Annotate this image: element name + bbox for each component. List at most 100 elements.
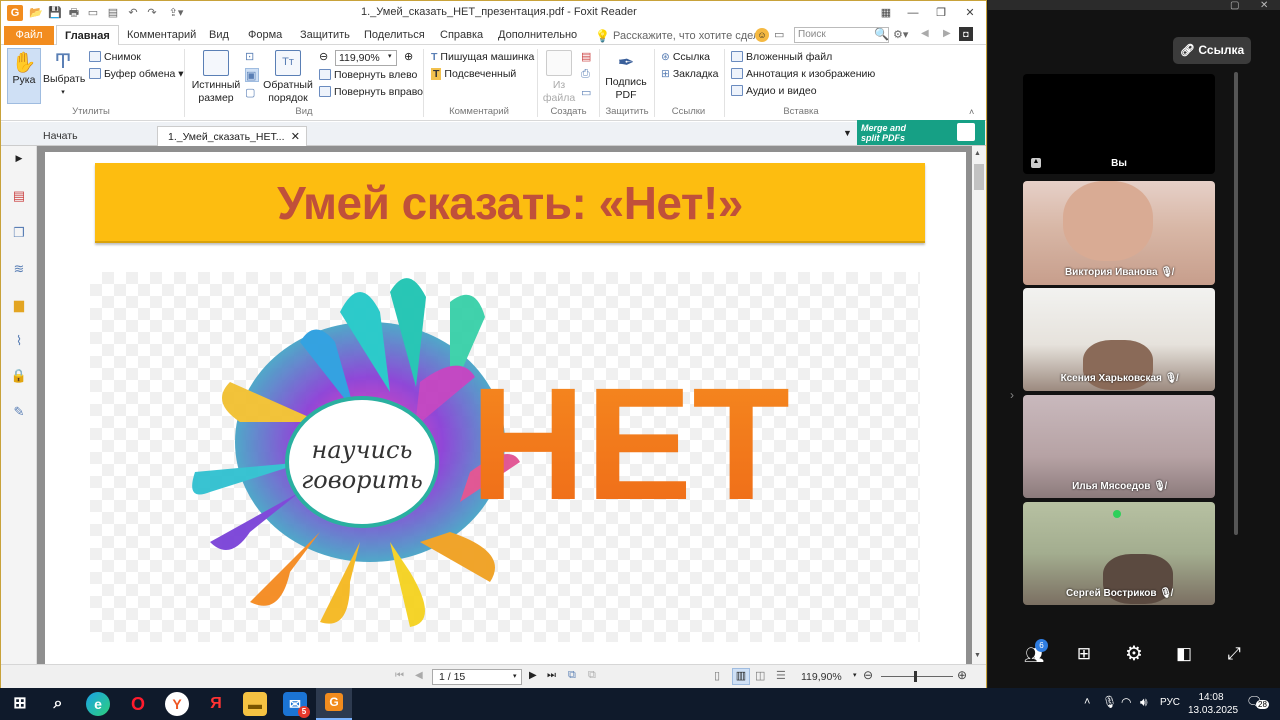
collapse-ribbon-icon[interactable]: ˄ — [969, 107, 974, 117]
fit-width-icon[interactable]: ▣ — [245, 68, 259, 82]
zoom-in-icon[interactable]: ⊕ — [404, 50, 413, 63]
select-tool-button[interactable]: Ͳ Выбрать ▾ — [43, 51, 85, 99]
close-icon[interactable]: ✕ — [1260, 0, 1268, 11]
mail-icon[interactable]: ✉ 5 — [283, 692, 310, 718]
next-page-icon[interactable]: ▶ — [529, 670, 537, 681]
tab-protect[interactable]: Защитить — [300, 25, 350, 45]
prev-view-icon[interactable]: ⧉ — [568, 669, 576, 682]
facing-icon[interactable]: ◫ — [755, 669, 765, 682]
chevron-down-icon[interactable]: ▾ — [388, 52, 392, 60]
fullscreen-icon[interactable]: ⤢ — [1221, 641, 1247, 667]
rotate-right-button[interactable]: Повернуть вправо — [319, 86, 423, 98]
volume-icon[interactable]: 🔊︎ — [1140, 695, 1148, 710]
from-file-button[interactable]: Из файла — [541, 50, 577, 105]
tab-view[interactable]: Вид — [209, 25, 229, 45]
scroll-thumb[interactable] — [974, 164, 984, 190]
gear-icon[interactable]: ⚙ — [1121, 641, 1147, 667]
document-view[interactable]: Умей сказать: «Нет!» научись говорить НЕ… — [37, 146, 972, 664]
participants-scrollbar[interactable] — [1234, 72, 1238, 535]
search-icon[interactable]: ⌕ — [46, 692, 70, 716]
tab-share[interactable]: Поделиться — [364, 25, 425, 45]
participant-tile[interactable]: Ксения Харьковская 🎙︎̸ — [1023, 288, 1215, 391]
clock[interactable]: 14:08 13.03.2025 — [1188, 691, 1238, 717]
highlight-button[interactable]: T Подсвеченный — [431, 68, 516, 80]
single-page-icon[interactable]: ▯ — [714, 669, 720, 682]
attached-file-button[interactable]: Вложенный файл — [731, 51, 832, 63]
tab-comment[interactable]: Комментарий — [127, 25, 196, 45]
link-button[interactable]: ⊛ Ссылка — [661, 51, 710, 63]
edge-icon[interactable]: e — [86, 692, 110, 716]
restore-icon[interactable]: ▢ — [1230, 0, 1239, 11]
participant-tile-self[interactable]: ▲ Вы — [1023, 74, 1215, 174]
sign-pdf-button[interactable]: ✒ Подпись PDF — [604, 50, 648, 102]
attachment-icon[interactable]: ⌇ — [10, 333, 28, 349]
tab-extra[interactable]: Дополнительно — [498, 25, 577, 45]
prev-icon[interactable]: ◀ — [921, 28, 929, 39]
page-dropdown-icon[interactable]: ▾ — [513, 672, 517, 680]
prev-page-icon[interactable]: ◀ — [415, 670, 423, 681]
comments-icon[interactable]: ▆ — [10, 297, 28, 313]
layers-icon[interactable]: ≋ — [10, 261, 28, 277]
pages-icon[interactable]: ▤ — [10, 188, 28, 204]
hand-dropdown-icon[interactable]: ⇪▾ — [164, 6, 188, 20]
opera-icon[interactable]: O — [126, 692, 150, 716]
restore-button[interactable]: ❐ — [928, 3, 954, 23]
fit-visible-icon[interactable]: ▢ — [245, 86, 259, 100]
participant-tile[interactable]: Илья Мясоедов 🎙︎̸ — [1023, 395, 1215, 498]
zoom-level[interactable]: 119,90% — [801, 671, 842, 683]
lock-icon[interactable]: 🔒 — [10, 368, 28, 384]
continuous-facing-icon[interactable]: ☰ — [776, 669, 786, 682]
hand-tool-button[interactable]: ✋ Рука — [7, 48, 41, 104]
open-icon[interactable]: 📂 — [29, 6, 43, 20]
blank-page-icon[interactable]: ▭ — [581, 86, 591, 99]
next-view-icon[interactable]: ⧉ — [588, 669, 596, 682]
settings-icon[interactable]: ⚙▾ — [893, 28, 908, 41]
participant-tile[interactable]: Виктория Иванова 🎙︎̸ — [1023, 181, 1215, 285]
next-icon[interactable]: ▶ — [943, 28, 951, 39]
tab-home[interactable]: Главная — [56, 25, 119, 45]
undo-icon[interactable]: ↶ — [126, 6, 140, 20]
scanner-icon[interactable]: ⎙ — [581, 68, 590, 81]
chevron-right-icon[interactable]: › — [1010, 388, 1014, 402]
scroll-down-icon[interactable]: ▼ — [974, 652, 981, 659]
page-number-input[interactable]: 1 / 15 — [432, 669, 522, 685]
microphone-icon[interactable]: 🎙︎ — [1102, 695, 1117, 709]
yandex-browser-icon[interactable]: Y — [165, 692, 189, 716]
folder-icon[interactable]: ▬ — [243, 692, 267, 716]
language-indicator[interactable]: РУС — [1160, 697, 1180, 708]
participant-tile[interactable]: Сергей Востриков 🎙︎̸ — [1023, 502, 1215, 605]
zoom-out-icon[interactable]: ⊖ — [863, 668, 873, 682]
create-pdf-icon[interactable]: ▤ — [581, 50, 591, 63]
tray-chevron-icon[interactable]: ˄ — [1084, 696, 1090, 708]
user-icon[interactable]: ◘ — [959, 27, 973, 41]
properties-icon[interactable]: ▤ — [106, 6, 120, 20]
thumbnails-icon[interactable]: ❐ — [10, 225, 28, 241]
zoom-out-icon[interactable]: ⊖ — [319, 50, 328, 63]
fit-page-icon[interactable]: ⊡ — [245, 50, 259, 64]
grid-view-icon[interactable]: ⊞ — [1071, 641, 1097, 667]
smiley-icon[interactable]: ☺ — [755, 28, 769, 42]
taskbar-active-app[interactable]: G — [316, 688, 352, 720]
rotate-left-button[interactable]: Повернуть влево — [319, 69, 417, 81]
continuous-icon[interactable]: ▥ — [732, 668, 750, 685]
tab-start[interactable]: Начать — [33, 126, 157, 146]
vertical-scrollbar[interactable]: ▲ ▼ — [972, 146, 986, 664]
save-icon[interactable]: 💾 — [48, 6, 62, 20]
share-link-button[interactable]: 🔗︎ Ссылка — [1173, 37, 1251, 64]
first-page-icon[interactable]: ⏮ — [395, 670, 404, 681]
close-button[interactable]: ✕ — [957, 3, 983, 23]
image-annotation-button[interactable]: Аннотация к изображению — [731, 68, 875, 80]
snapshot-button[interactable]: Снимок — [89, 51, 141, 63]
clipboard-button[interactable]: Буфер обмена ▾ — [89, 68, 184, 80]
chat-icon[interactable]: ▭ — [774, 28, 784, 41]
tell-me-box[interactable]: Расскажите, что хотите сдел — [613, 30, 759, 42]
bookmark-button[interactable]: ⊞ Закладка — [661, 68, 718, 80]
wifi-icon[interactable]: ◠ — [1121, 695, 1131, 709]
layout-icon[interactable]: ▦ — [873, 3, 899, 23]
minimize-button[interactable]: — — [900, 3, 926, 23]
scroll-up-icon[interactable]: ▲ — [974, 150, 981, 157]
expand-panel-icon[interactable]: ▶ — [10, 150, 28, 166]
search-icon[interactable]: 🔍 — [874, 27, 889, 41]
scan-icon[interactable]: ▭ — [86, 6, 100, 20]
tab-help[interactable]: Справка — [440, 25, 483, 45]
